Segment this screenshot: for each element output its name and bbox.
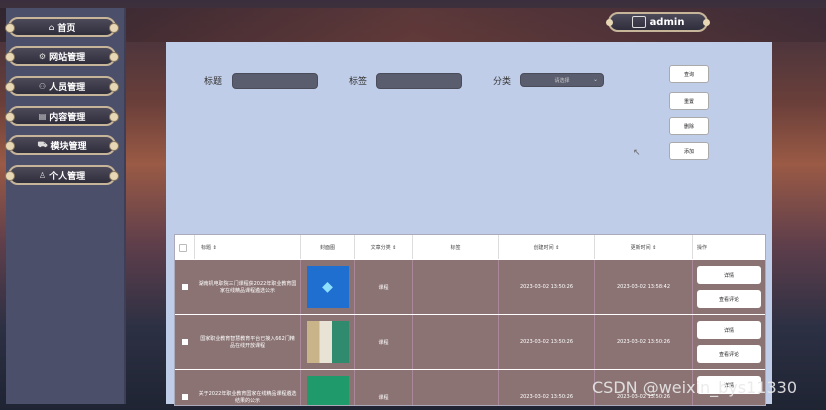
title-label: 标题 [204, 77, 223, 87]
column-header-category[interactable]: 文章分类 ⇕ [355, 235, 413, 259]
add-button[interactable]: 添加 [669, 142, 709, 160]
column-header-created[interactable]: 创建时间 ⇕ [499, 235, 595, 259]
sidebar-item-label: 内容管理 [49, 112, 86, 123]
detail-button[interactable]: 详情 [697, 321, 761, 339]
category-select[interactable]: 请选择 ⌄ [520, 73, 604, 87]
row-title: 关于2022年职业教育国家在线精品课程遴选结果的公示 [195, 370, 301, 405]
row-cover: ◆ [301, 260, 355, 314]
title-input[interactable] [232, 73, 318, 89]
row-category: 课程 [355, 315, 413, 369]
cover-image [306, 321, 349, 363]
row-cover [301, 315, 355, 369]
category-select-value: 请选择 [554, 77, 570, 84]
user-icon: ⚇ [38, 81, 47, 91]
sidebar-item-label: 网站管理 [49, 52, 86, 63]
user-icon [631, 16, 646, 28]
knob-decoration [109, 52, 119, 62]
sidebar-item-content[interactable]: ▤ 内容管理 [5, 106, 119, 126]
sidebar-item-personal[interactable]: ♙ 个人管理 [5, 165, 119, 185]
view-comments-button[interactable]: 查看评论 [697, 290, 761, 308]
chevron-down-icon: ⌄ [592, 76, 598, 83]
view-comments-button[interactable]: 查看评论 [697, 345, 761, 363]
sidebar-item-modules[interactable]: ⛟ 模块管理 [5, 135, 119, 155]
person-icon: ♙ [38, 170, 47, 180]
row-updated: 2023-03-02 13:58:42 [595, 260, 693, 314]
tag-input[interactable] [376, 73, 462, 89]
row-category: 课程 [355, 370, 413, 405]
knob-decoration [606, 19, 613, 26]
row-created: 2023-03-02 13:50:26 [499, 315, 595, 369]
sidebar [6, 8, 126, 404]
row-cover [301, 370, 355, 405]
delete-button[interactable]: 删除 [669, 117, 709, 135]
row-checkbox[interactable] [182, 339, 188, 345]
sidebar-item-home[interactable]: ⌂ 首页 [5, 17, 119, 37]
select-all-header[interactable] [175, 235, 195, 259]
select-all-checkbox[interactable] [179, 244, 187, 252]
table-row: 国家职业教育智慧教育平台已接入662门精品在线开放课程 课程 2023-03-0… [175, 314, 765, 369]
cart-icon: ⛟ [37, 140, 48, 149]
column-header-cover: 封面图 [301, 235, 355, 259]
knob-decoration [109, 171, 119, 181]
category-label: 分类 [493, 77, 512, 87]
query-button[interactable]: 查询 [669, 65, 709, 83]
sidebar-item-label: 首页 [57, 23, 76, 34]
sidebar-item-label: 模块管理 [50, 141, 87, 152]
watermark: CSDN @weixin_bys11330 [592, 378, 797, 397]
gear-icon: ⚙ [38, 51, 47, 61]
table-row: 湖南机电职院三门课程获2022年职业教育国家在线精品课程遴选公示 ◆ 课程 20… [175, 259, 765, 314]
mouse-cursor-icon: ↖ [633, 148, 641, 158]
knob-decoration [5, 23, 15, 33]
row-tag [413, 370, 499, 405]
knob-decoration [703, 19, 710, 26]
row-category: 课程 [355, 260, 413, 314]
knob-decoration [5, 52, 15, 62]
user-menu[interactable]: admin [606, 12, 710, 32]
sidebar-item-label: 个人管理 [49, 171, 86, 182]
row-checkbox[interactable] [182, 394, 188, 400]
row-updated: 2023-03-02 13:50:26 [595, 315, 693, 369]
knob-decoration [109, 141, 119, 151]
row-created: 2023-03-02 13:50:26 [499, 260, 595, 314]
username: admin [649, 16, 685, 28]
knob-decoration [109, 112, 119, 122]
home-icon: ⌂ [48, 22, 55, 32]
sidebar-item-users[interactable]: ⚇ 人员管理 [5, 76, 119, 96]
row-created: 2023-03-02 13:50:26 [499, 370, 595, 405]
row-tag [413, 260, 499, 314]
knob-decoration [5, 171, 15, 181]
column-header-tag: 标签 [413, 235, 499, 259]
detail-button[interactable]: 详情 [697, 266, 761, 284]
cube-icon: ◆ [322, 279, 333, 295]
document-icon: ▤ [38, 111, 47, 121]
tag-label: 标签 [349, 77, 368, 87]
row-tag [413, 315, 499, 369]
sidebar-item-label: 人员管理 [49, 82, 86, 93]
column-header-updated[interactable]: 更新时间 ⇕ [595, 235, 693, 259]
column-header-title[interactable]: 标题 ⇕ [195, 235, 301, 259]
reset-button[interactable]: 重置 [669, 92, 709, 110]
cover-image [306, 376, 349, 405]
cover-image: ◆ [306, 266, 349, 308]
knob-decoration [109, 82, 119, 92]
knob-decoration [5, 141, 15, 151]
row-checkbox[interactable] [182, 284, 188, 290]
row-title: 湖南机电职院三门课程获2022年职业教育国家在线精品课程遴选公示 [195, 260, 301, 314]
knob-decoration [5, 112, 15, 122]
sidebar-item-site[interactable]: ⚙ 网站管理 [5, 46, 119, 66]
column-header-actions: 操作 [697, 244, 708, 251]
row-title: 国家职业教育智慧教育平台已接入662门精品在线开放课程 [195, 315, 301, 369]
knob-decoration [5, 82, 15, 92]
knob-decoration [109, 23, 119, 33]
